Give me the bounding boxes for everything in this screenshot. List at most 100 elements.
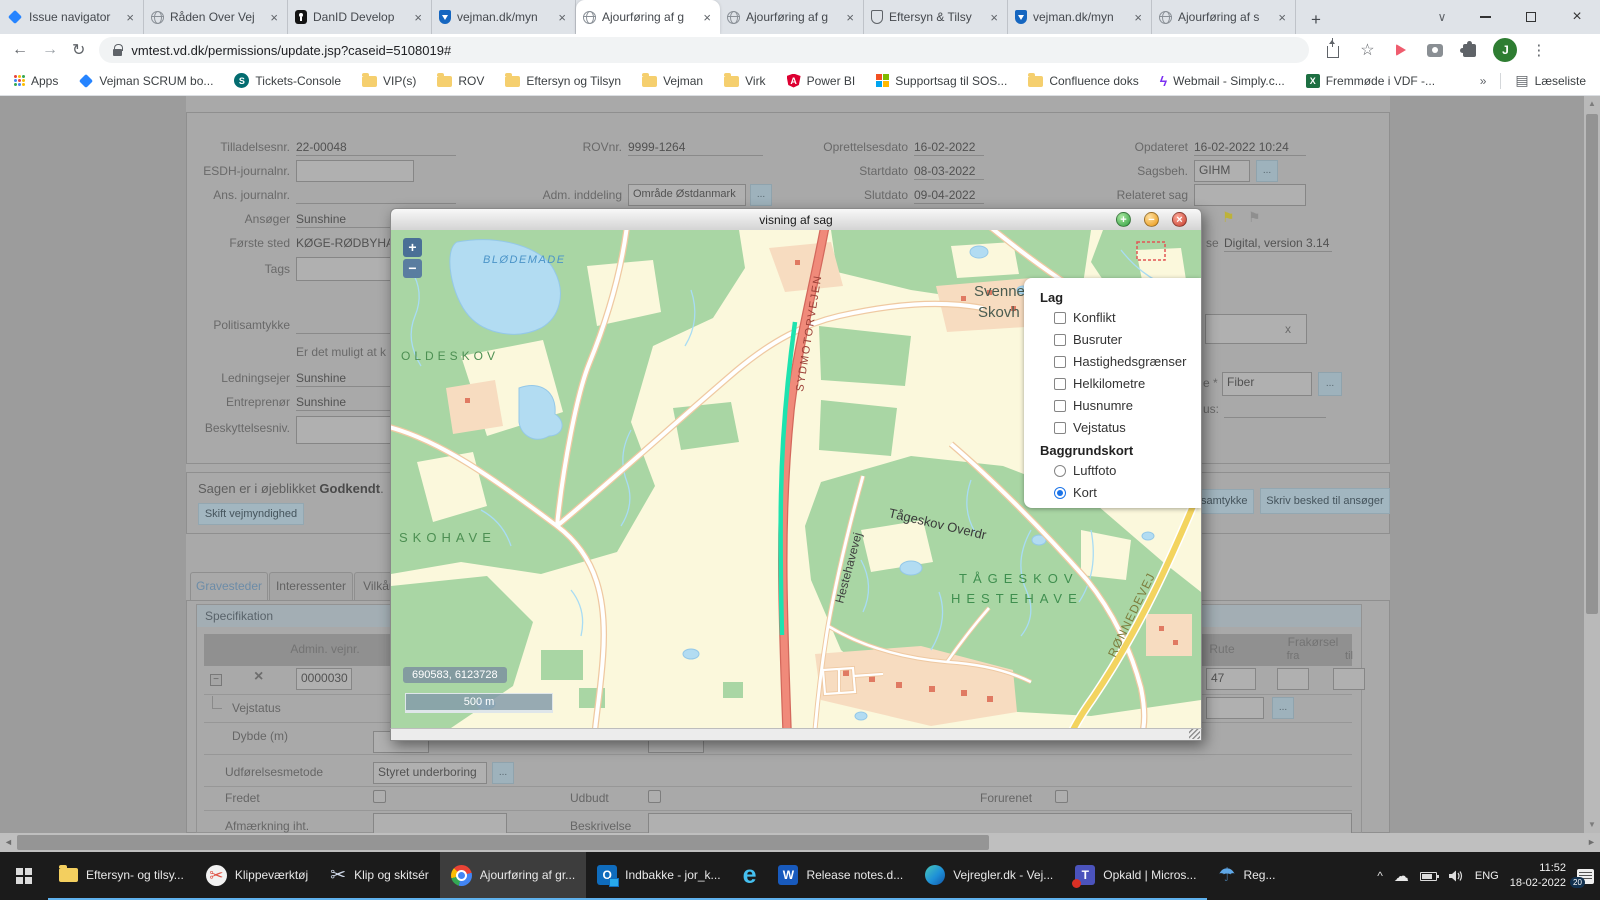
scroll-down-icon[interactable]: ▼ <box>1584 817 1600 833</box>
bookmark-star-icon[interactable]: ☆ <box>1357 40 1377 60</box>
start-button[interactable] <box>0 852 48 900</box>
bookmark-vejman-scrum[interactable]: Vejman SCRUM bo... <box>79 74 213 88</box>
taskbar-item-teams[interactable]: TOpkald | Micros... <box>1064 852 1207 900</box>
formaal-input[interactable]: Fiber <box>1222 372 1312 396</box>
afmaerkning-input[interactable] <box>373 813 507 833</box>
vertical-scrollbar[interactable]: ▲ ▼ <box>1584 96 1600 833</box>
checkbox-icon[interactable] <box>1054 312 1066 324</box>
admin-vejnr-input[interactable]: 0000030 <box>296 668 352 690</box>
scroll-left-icon[interactable]: ◄ <box>0 833 17 852</box>
background-luftfoto[interactable]: Luftfoto <box>1054 463 1193 478</box>
bookmark-fremmode[interactable]: XFremmøde i VDF -... <box>1306 74 1435 88</box>
bookmark-apps[interactable]: Apps <box>14 74 58 88</box>
show-on-map-icon[interactable]: ⚑ <box>1222 209 1235 225</box>
udbudt-checkbox[interactable] <box>648 790 661 803</box>
layer-busruter[interactable]: Busruter <box>1054 332 1193 347</box>
scroll-up-icon[interactable]: ▲ <box>1584 96 1600 112</box>
taskbar-item-klip-og-skitser[interactable]: ✂Klip og skitsér <box>319 852 440 900</box>
map-canvas[interactable]: BLØDEMADE OLDESKOV SKOHAVE Svenne Skovh … <box>390 230 1202 728</box>
bookmark-powerbi[interactable]: APower BI <box>787 74 856 88</box>
window-zoom-button[interactable]: + <box>1116 212 1131 227</box>
horizontal-scrollbar[interactable]: ◄ ► <box>0 833 1600 852</box>
adm-inddeling-lookup-button[interactable]: ... <box>750 184 772 206</box>
language-indicator[interactable]: ENG <box>1475 870 1499 882</box>
sagsbeh-input[interactable]: GIHM <box>1194 160 1250 182</box>
checkbox-icon[interactable] <box>1054 356 1066 368</box>
layer-helkilometre[interactable]: Helkilometre <box>1054 376 1193 391</box>
tab-vejman-1[interactable]: vejman.dk/myn× <box>432 0 576 34</box>
forurenet-checkbox[interactable] <box>1055 790 1068 803</box>
radio-icon[interactable] <box>1054 465 1066 477</box>
screenshot-extension-icon[interactable] <box>1425 40 1445 60</box>
scroll-right-icon[interactable]: ► <box>1583 833 1600 852</box>
bookmark-webmail[interactable]: ϟWebmail - Simply.c... <box>1160 73 1285 89</box>
window-close-button[interactable]: × <box>1554 0 1600 34</box>
tab-close-icon[interactable]: × <box>701 10 713 25</box>
taskbar-item-klippevaerktoj[interactable]: ✂Klippeværktøj <box>195 852 319 900</box>
vertical-scrollbar-thumb[interactable] <box>1586 114 1598 614</box>
bookmarks-overflow-icon[interactable]: » <box>1480 74 1487 88</box>
taskbar-clock[interactable]: 11:5218-02-2022 <box>1510 861 1566 891</box>
tab-issue-navigator[interactable]: Issue navigator× <box>0 0 144 34</box>
radio-selected-icon[interactable] <box>1054 487 1066 499</box>
map-window-titlebar[interactable]: visning af sag + − × <box>390 208 1202 230</box>
adm-inddeling-input[interactable]: Område Østdanmark <box>628 184 746 206</box>
address-bar[interactable]: vmtest.vd.dk/permissions/update.jsp?case… <box>99 37 1309 63</box>
window-maximize-button[interactable] <box>1508 0 1554 34</box>
layer-vejstatus[interactable]: Vejstatus <box>1054 420 1193 435</box>
taskbar-item-internet-explorer[interactable]: e <box>732 852 768 900</box>
write-message-button[interactable]: Skriv besked til ansøger <box>1260 488 1390 514</box>
taskbar-item-chrome[interactable]: Ajourføring af gr... <box>440 852 586 900</box>
url-text[interactable]: vmtest.vd.dk/permissions/update.jsp?case… <box>131 43 451 58</box>
show-on-map-secondary-icon[interactable]: ⚑ <box>1248 209 1261 225</box>
bookmark-eftersyn[interactable]: Eftersyn og Tilsyn <box>505 74 621 88</box>
tab-ajourfoering-active[interactable]: Ajourføring af g× <box>576 0 720 34</box>
onedrive-cloud-icon[interactable]: ☁ <box>1394 867 1409 885</box>
frakorsel-til-input[interactable] <box>1333 668 1365 690</box>
sagsbeh-lookup-button[interactable]: ... <box>1256 160 1278 182</box>
fredet-checkbox[interactable] <box>373 790 386 803</box>
tab-interessenter[interactable]: Interessenter <box>269 572 353 600</box>
relateret-sag-input[interactable] <box>1194 184 1306 206</box>
checkbox-icon[interactable] <box>1054 334 1066 346</box>
tab-eftersyn[interactable]: Eftersyn & Tilsy× <box>864 0 1008 34</box>
forward-icon[interactable]: → <box>42 41 58 59</box>
window-minimize-button[interactable] <box>1462 0 1508 34</box>
tab-close-icon[interactable]: × <box>1276 10 1288 25</box>
bookmark-rov[interactable]: ROV <box>437 74 484 88</box>
beskrivelse-input[interactable] <box>648 813 1352 833</box>
tab-search-chevron-icon[interactable]: ∨ <box>1422 10 1462 24</box>
reload-icon[interactable]: ↻ <box>72 40 85 60</box>
tab-close-icon[interactable]: × <box>1132 10 1144 25</box>
reading-list-button[interactable]: ▤Læseliste <box>1515 72 1586 89</box>
checkbox-icon[interactable] <box>1054 400 1066 412</box>
window-minimize-button[interactable]: − <box>1144 212 1159 227</box>
vejstatus-lookup-button[interactable]: ... <box>1272 697 1294 719</box>
taskbar-item-word[interactable]: WRelease notes.d... <box>767 852 914 900</box>
battery-icon[interactable] <box>1420 872 1437 881</box>
bookmark-confluence[interactable]: Confluence doks <box>1028 74 1138 88</box>
collapse-row-icon[interactable]: − <box>210 674 222 686</box>
ans-journalnr-input[interactable] <box>296 187 456 204</box>
change-authority-button[interactable]: Skift vejmyndighed <box>198 503 304 525</box>
rute-input[interactable]: 47 <box>1206 668 1256 690</box>
tab-close-icon[interactable]: × <box>556 10 568 25</box>
profile-avatar[interactable]: J <box>1493 38 1517 62</box>
vejstatus-input[interactable] <box>1206 697 1264 719</box>
browser-menu-icon[interactable]: ⋮ <box>1531 41 1546 59</box>
back-icon[interactable]: ← <box>12 41 28 59</box>
layer-husnumre[interactable]: Husnumre <box>1054 398 1193 413</box>
tab-close-icon[interactable]: × <box>124 10 136 25</box>
taskbar-item-outlook[interactable]: OIndbakke - jor_k... <box>586 852 731 900</box>
frakorsel-fra-input[interactable] <box>1277 668 1309 690</box>
delete-row-icon[interactable]: × <box>254 668 263 686</box>
formaal-lookup-button[interactable]: ... <box>1318 372 1342 396</box>
tray-expand-icon[interactable]: ^ <box>1377 869 1383 883</box>
tab-gravesteder[interactable]: Gravesteder <box>190 572 268 600</box>
bookmark-supportsag[interactable]: Supportsag til SOS... <box>876 74 1007 88</box>
share-icon[interactable] <box>1323 40 1343 60</box>
taskbar-item-eftersyn[interactable]: Eftersyn- og tilsy... <box>48 852 195 900</box>
esdh-input[interactable] <box>296 160 414 182</box>
udforelsesmetode-input[interactable]: Styret underboring <box>373 762 487 784</box>
layer-konflikt[interactable]: Konflikt <box>1054 310 1193 325</box>
